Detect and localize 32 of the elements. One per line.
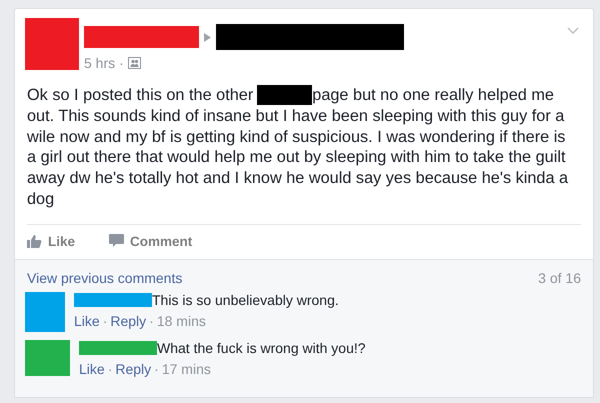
view-previous-comments-link[interactable]: View previous comments [27, 270, 182, 286]
like-link[interactable]: Like [79, 360, 105, 377]
comment-time: 17 mins [162, 360, 211, 377]
comment-text: What the fuck is wrong with you!? [157, 340, 366, 356]
separator-dot: · [108, 360, 112, 377]
post-text-line: away dw he's totally hot and I know he would say yes because he's kinda a [27, 168, 568, 189]
separator-dot: · [149, 312, 154, 329]
like-link[interactable]: Like [74, 312, 100, 329]
comment-count: 3 of 16 [538, 270, 581, 286]
separator-dot: · [154, 360, 159, 377]
post-time[interactable]: 5 hrs [84, 55, 116, 71]
post-text-line: page but no one really helped me [312, 85, 554, 106]
post-text-line: Ok so I posted this on the other [27, 85, 254, 106]
audience-icon [128, 57, 141, 69]
speech-bubble-icon [109, 234, 124, 248]
separator-dot: · [119, 55, 124, 71]
triangle-icon [204, 32, 211, 42]
comment-time: 18 mins [156, 312, 206, 329]
chevron-down-icon[interactable] [567, 27, 579, 34]
post-text-line: out. This sounds kind of insane but I have been sleeping with this guy for a [27, 106, 564, 127]
thumbs-up-icon [27, 234, 42, 248]
redacted-avatar [25, 18, 79, 70]
post-text-line: dog [27, 188, 54, 210]
reply-link[interactable]: Reply [110, 312, 146, 329]
post-text-line: a girl out there that would help me out by sleeping with him to take the guilt [27, 147, 566, 168]
post-text-line: wile now and my bf is getting kind of suspicious. I was wondering if there is [27, 126, 566, 148]
like-button[interactable]: Like [27, 234, 76, 249]
redaction-bar [257, 85, 312, 105]
comment-text: This is so unbelievably wrong. [152, 292, 339, 308]
separator-dot: · [102, 312, 108, 329]
reply-link[interactable]: Reply [115, 360, 152, 377]
comment-button[interactable]: Comment [109, 234, 192, 249]
